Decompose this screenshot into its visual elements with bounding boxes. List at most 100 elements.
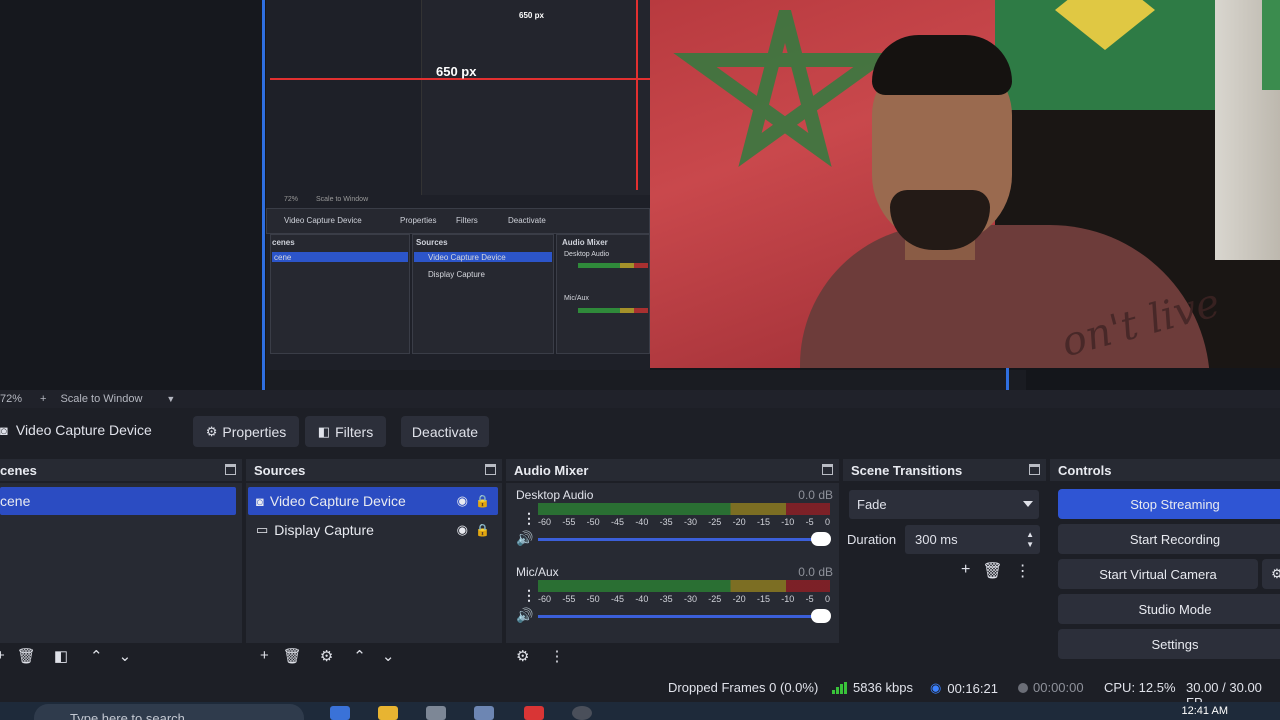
move-down-icon[interactable]: ⌄ — [382, 647, 395, 665]
trash-icon[interactable]: 🗑 — [283, 647, 302, 665]
app-icon[interactable] — [524, 706, 544, 720]
scale-tick: -35 — [659, 517, 673, 527]
add-icon[interactable]: + — [961, 561, 970, 581]
move-down-icon[interactable]: ⌄ — [119, 647, 132, 665]
speaker-icon[interactable]: 🔊 — [516, 530, 533, 547]
eye-icon[interactable]: ◉ — [457, 493, 468, 509]
folder-icon[interactable] — [378, 706, 398, 720]
scale-tick: -20 — [732, 517, 746, 527]
mixer-channel-desktop: Desktop Audio 0.0 dB ⋮ -60 -55 -50 -45 -40 -3… — [506, 488, 841, 558]
mini-desktop-audio: Desktop Audio — [564, 251, 610, 258]
zoom-level[interactable]: 72% — [0, 393, 22, 405]
mini-source-1: Video Capture Device — [428, 253, 506, 262]
trash-icon[interactable]: 🗑 — [982, 561, 1002, 581]
app-icon[interactable] — [330, 706, 350, 720]
cpu-usage: CPU: 12.5% — [1104, 680, 1176, 695]
zoom-in-button[interactable]: + — [40, 393, 46, 405]
properties-button[interactable]: ⚙ Properties — [193, 416, 299, 447]
scenes-title: cenes — [0, 462, 37, 478]
selection-border-left[interactable] — [262, 0, 265, 390]
undock-icon[interactable] — [225, 464, 236, 475]
advanced-audio-gear-icon[interactable]: ⚙ — [516, 647, 529, 665]
mini-meter-2 — [578, 308, 648, 313]
add-icon[interactable]: + — [0, 647, 5, 664]
nested-display-capture: 650 px 650 px Video Capture Device Prope… — [266, 0, 650, 370]
webcam-feed: on't live — [650, 0, 1280, 368]
lock-icon[interactable]: 🔒 — [475, 523, 490, 537]
camera-app-icon[interactable] — [426, 706, 446, 720]
volume-slider-track[interactable] — [538, 615, 830, 618]
kebab-menu-icon[interactable]: ⋮ — [1015, 561, 1031, 581]
scale-tick: -10 — [781, 517, 795, 527]
broadcast-icon: ◉ — [930, 680, 942, 695]
chevron-down-icon[interactable]: ▼ — [166, 394, 175, 404]
kebab-menu-icon[interactable]: ⋮ — [522, 587, 536, 604]
volume-slider-handle[interactable] — [811, 532, 831, 546]
scale-tick: 0 — [824, 517, 830, 527]
audio-mixer-dock: Audio Mixer Desktop Audio 0.0 dB ⋮ -60 -5… — [506, 459, 839, 668]
mini-scale: Scale to Window — [316, 196, 369, 203]
move-up-icon[interactable]: ⌃ — [353, 647, 366, 665]
channel-db: 0.0 dB — [798, 488, 833, 502]
start-recording-button[interactable]: Start Recording — [1058, 524, 1280, 554]
lock-icon[interactable]: 🔒 — [475, 494, 490, 508]
audio-mixer-body: Desktop Audio 0.0 dB ⋮ -60 -55 -50 -45 -40 -3… — [506, 483, 839, 643]
scale-tick: -30 — [683, 594, 697, 604]
mini-audio-title: Audio Mixer — [562, 238, 608, 247]
source-item-display-capture[interactable]: ▭ Display Capture ◉ 🔒 — [248, 516, 498, 544]
settings-button[interactable]: Settings — [1058, 629, 1280, 659]
studio-mode-button[interactable]: Studio Mode — [1058, 594, 1280, 624]
mini-meter-1 — [578, 263, 648, 268]
volume-slider-track[interactable] — [538, 538, 830, 541]
obs-icon[interactable] — [572, 706, 592, 720]
undock-icon[interactable] — [822, 464, 833, 475]
meter-scale: -60 -55 -50 -45 -40 -35 -30 -25 -20 -15 -10 -5 0 — [538, 517, 830, 527]
transition-actions: + 🗑 ⋮ — [961, 561, 1043, 581]
app-icon[interactable] — [474, 706, 494, 720]
stop-streaming-button[interactable]: Stop Streaming — [1058, 489, 1280, 519]
speaker-icon[interactable]: 🔊 — [516, 607, 533, 624]
spinner-icon[interactable]: ▲ ▼ — [1026, 530, 1034, 550]
scene-transitions-title: Scene Transitions — [851, 462, 963, 478]
filters-button[interactable]: ◧ Filters — [305, 416, 386, 447]
transition-value: Fade — [857, 497, 887, 512]
deactivate-button[interactable]: Deactivate — [401, 416, 489, 447]
scale-mode-select[interactable]: Scale to Window — [60, 393, 142, 405]
taskbar-search-input[interactable]: Type here to search — [34, 704, 304, 720]
undock-icon[interactable] — [1029, 464, 1040, 475]
scale-tick: -40 — [635, 594, 649, 604]
gear-icon[interactable]: ⚙ — [320, 647, 333, 665]
eye-icon[interactable]: ◉ — [457, 522, 468, 538]
source-item-video-capture[interactable]: ◙ Video Capture Device ◉ 🔒 — [248, 487, 498, 515]
duration-input[interactable]: 300 ms ▲ ▼ — [905, 525, 1040, 554]
properties-label: Properties — [222, 423, 287, 440]
scene-item[interactable]: cene — [0, 487, 236, 515]
scale-tick: -40 — [635, 517, 649, 527]
scale-tick: -25 — [708, 517, 722, 527]
filter-icon[interactable]: ◧ — [54, 647, 68, 665]
measure-label-top: 650 px — [519, 11, 544, 20]
scenes-list: cene — [0, 483, 242, 643]
undock-icon[interactable] — [485, 464, 496, 475]
preview-canvas[interactable]: 650 px 650 px Video Capture Device Prope… — [0, 0, 1280, 390]
transition-select[interactable]: Fade — [849, 490, 1039, 519]
kebab-menu-icon[interactable]: ⋮ — [549, 647, 564, 665]
trash-icon[interactable]: 🗑 — [17, 647, 36, 665]
mini-source-name: Video Capture Device — [284, 216, 362, 225]
kebab-menu-icon[interactable]: ⋮ — [522, 510, 536, 527]
selection-border-right[interactable] — [1006, 368, 1009, 390]
add-icon[interactable]: + — [260, 647, 269, 664]
mixer-channel-mic: Mic/Aux 0.0 dB ⋮ -60 -55 -50 -45 -40 -35 -30 -2… — [506, 565, 841, 635]
virtual-camera-gear-icon[interactable]: ⚙ — [1262, 559, 1280, 589]
move-up-icon[interactable]: ⌃ — [90, 647, 103, 665]
scale-tick: -5 — [805, 594, 814, 604]
scale-tick: -35 — [659, 594, 673, 604]
mini-deactivate: Deactivate — [508, 216, 546, 225]
duration-value: 300 ms — [915, 532, 958, 547]
person-hair — [872, 35, 1012, 95]
scale-tick: -45 — [610, 594, 624, 604]
start-virtual-camera-button[interactable]: Start Virtual Camera — [1058, 559, 1258, 589]
volume-slider-handle[interactable] — [811, 609, 831, 623]
windows-taskbar: Type here to search 12:41 AM — [0, 702, 1280, 720]
sources-list: ◙ Video Capture Device ◉ 🔒 ▭ Display Cap… — [246, 483, 502, 643]
